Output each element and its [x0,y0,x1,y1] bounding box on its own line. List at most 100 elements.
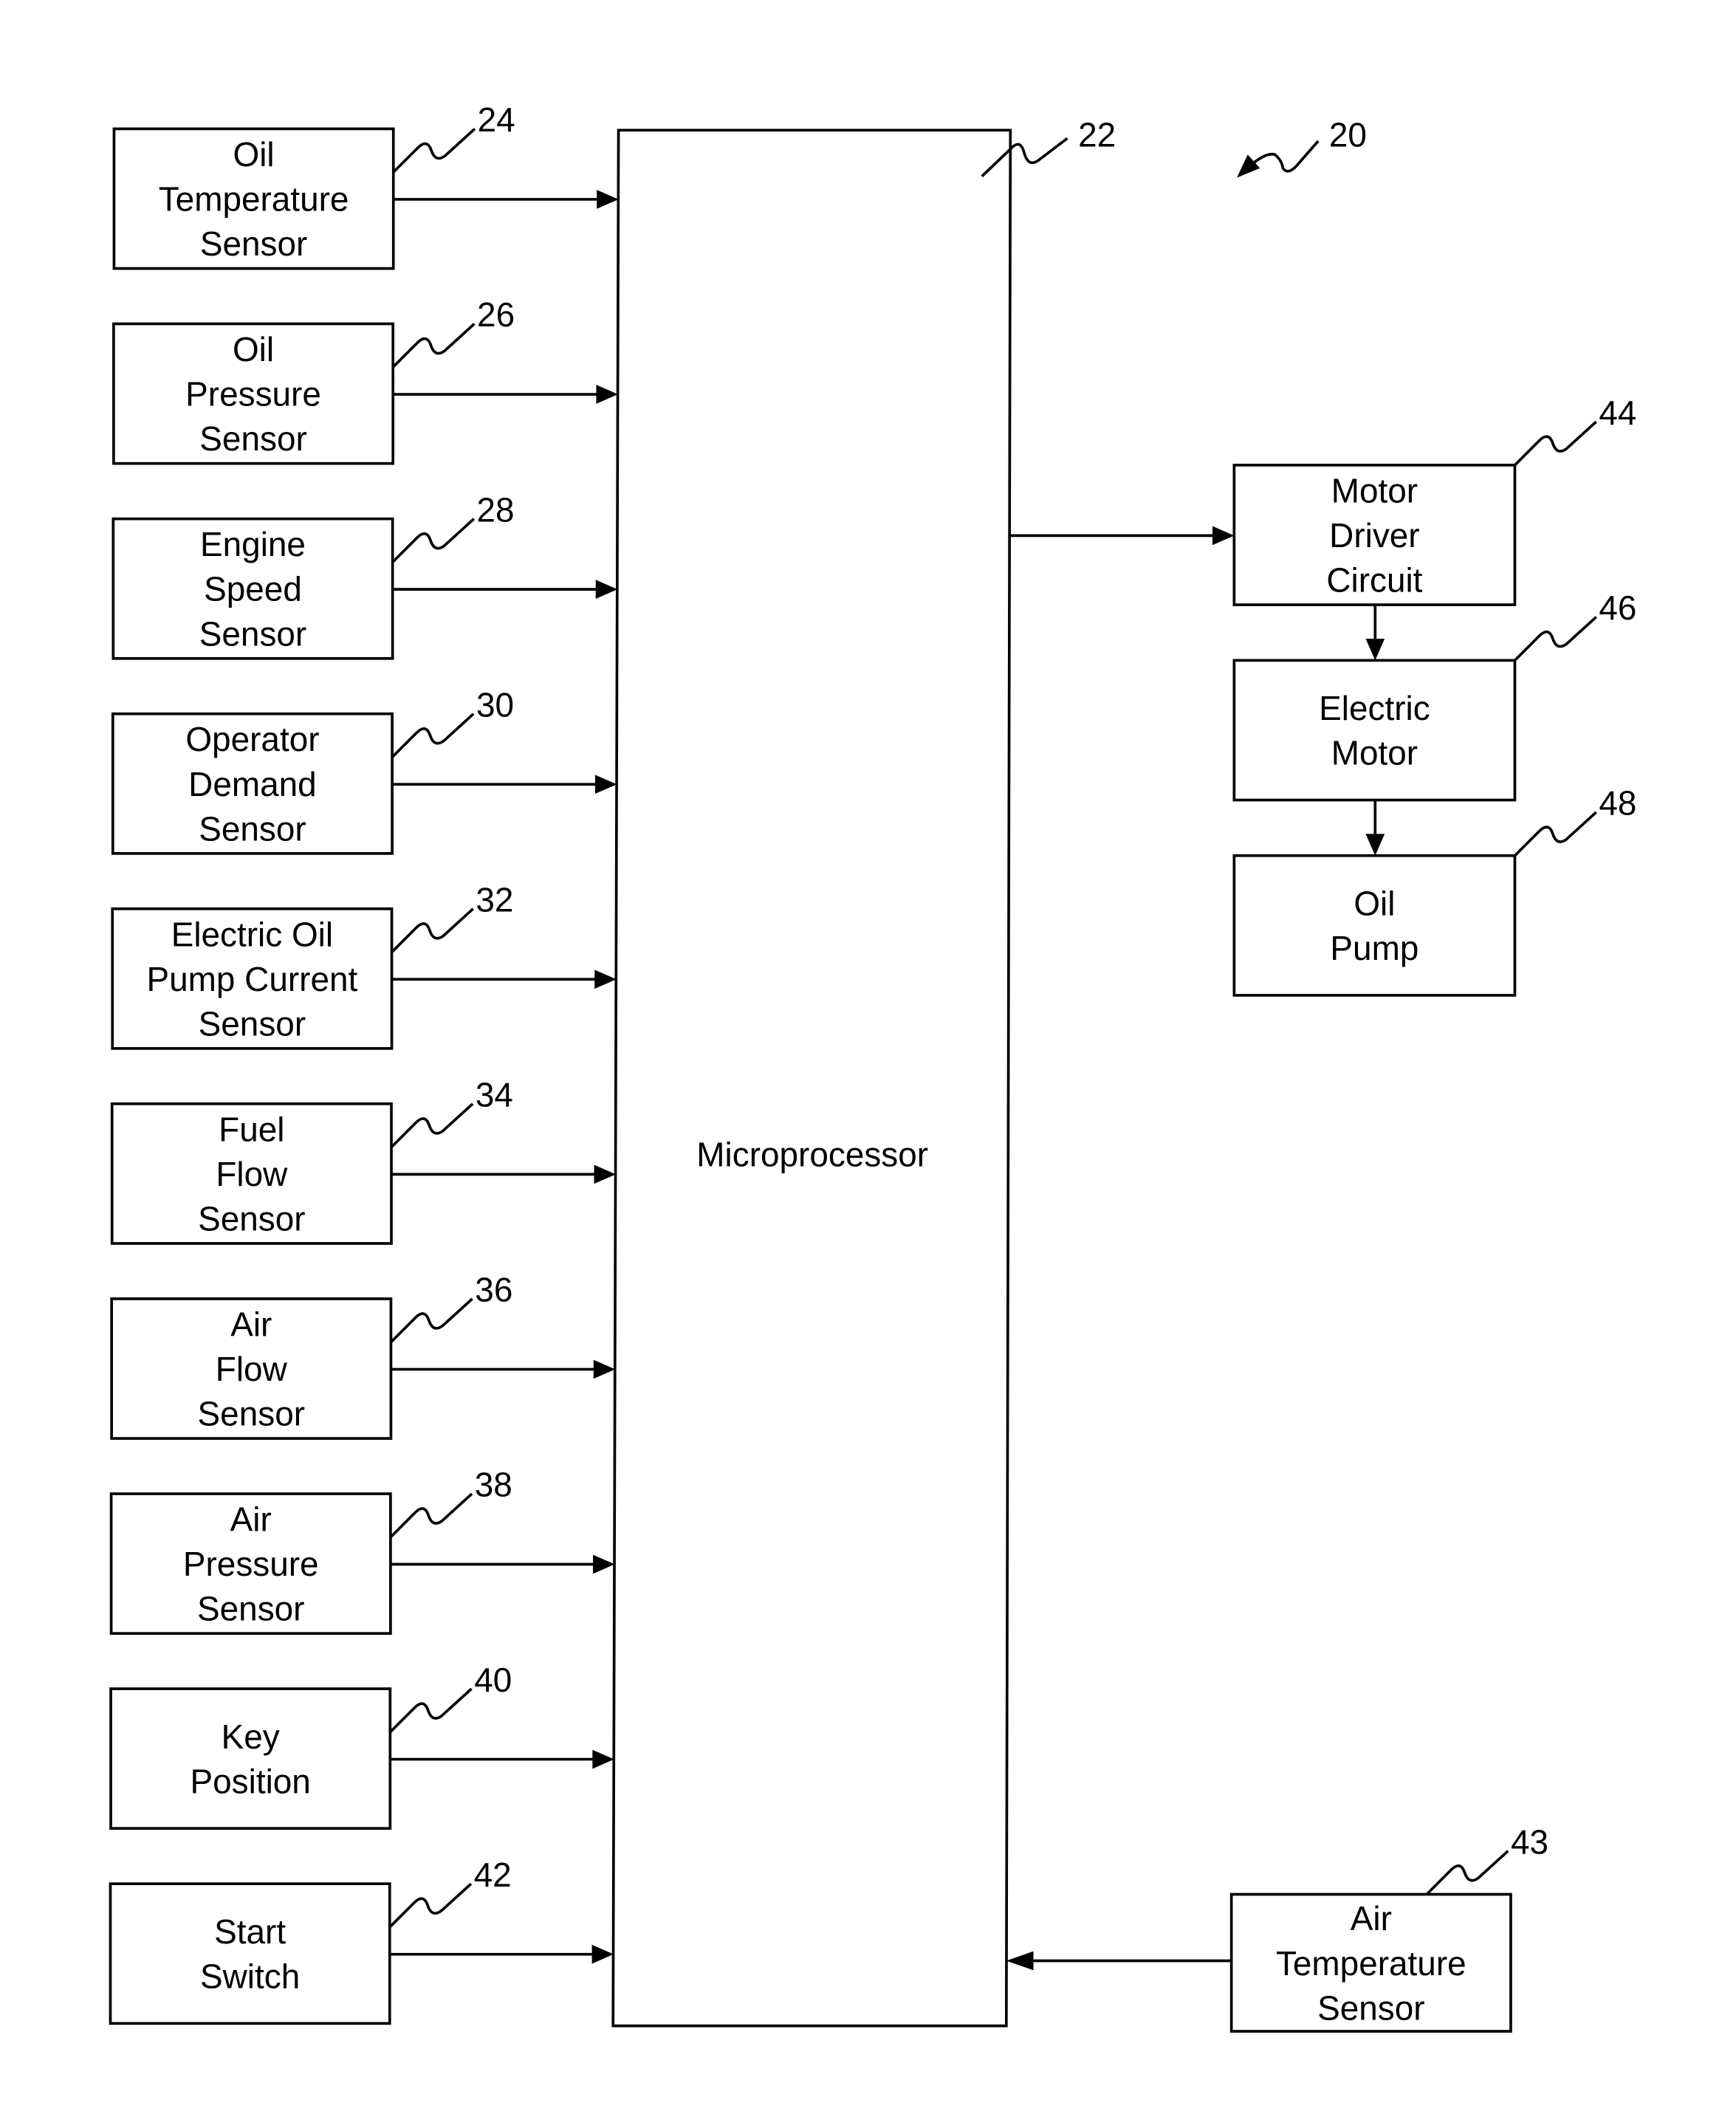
block-label-line: Demand [188,765,317,803]
motor-driver-circuit-block: Motor Driver Circuit 44 [1232,394,1636,661]
ref-number-28: 28 [477,490,515,529]
arrowhead-icon [594,970,617,989]
block-label-line: Flow [216,1350,288,1388]
ref-number-32: 32 [476,880,513,919]
arrowhead-icon [1212,526,1235,546]
air-temperature-input: Air Temperature Sensor 43 [1006,1822,1548,2033]
arrowhead-icon [593,1554,615,1574]
block-label-line: Sensor [1317,1988,1424,2027]
arrowhead-icon [593,1359,616,1379]
ref-number-22: 22 [1078,115,1116,154]
ref-number-38: 38 [475,1466,512,1504]
electric-motor-block: Electric Motor 46 [1232,588,1636,856]
block-label-line: Sensor [198,1395,305,1433]
ref-42-leader: 42 [388,1856,512,1929]
leader-line [391,907,474,953]
block-label-line: Air [230,1305,272,1343]
ref-number-24: 24 [478,100,515,139]
block-label-line: Key [222,1717,280,1756]
leader-line [391,518,476,563]
block-frame [1232,854,1517,997]
ref-44-leader: 44 [1514,394,1636,467]
leader-line [1514,420,1597,467]
block-label-line: Pump [1330,929,1418,967]
output-chain: Motor Driver Circuit 44 Electric Motor 46 Oil Pu… [1010,394,1636,997]
leader-line [1514,811,1597,857]
leader-line [390,1102,474,1148]
leader-line [392,128,476,174]
block-diagram: Microprocessor 22 20 Oil Temperature Senso… [109,100,1636,2033]
leader-line [1425,1850,1509,1895]
leader-line [388,1882,473,1929]
electric-oil-pump-current-sensor-block: Electric Oil Pump Current Sensor 32 [111,880,617,1050]
arrowhead-icon [595,580,618,599]
ref-number-36: 36 [475,1271,512,1309]
ref-24-leader: 24 [392,100,515,174]
block-label-line: Operator [185,720,319,758]
block-label-line: Sensor [199,614,306,653]
leader-line [391,713,475,758]
ref-number-20: 20 [1329,115,1367,154]
leader-line [389,1687,473,1734]
block-label-line: Oil [233,330,274,368]
block-frame [1232,659,1517,802]
ref-number-26: 26 [477,295,515,334]
arrowhead-icon [1006,1951,1034,1971]
arrowhead-icon [595,775,617,795]
block-label-line: Sensor [199,419,306,458]
block-label-line: Sensor [198,1200,305,1238]
ref-number-42: 42 [474,1856,512,1894]
arrowhead-icon [594,1164,616,1184]
arrowhead-icon [592,1749,614,1769]
ref-32-leader: 32 [391,880,513,953]
ref-30-leader: 30 [391,685,514,758]
microprocessor-label: Microprocessor [696,1135,928,1173]
block-label-line: Flow [216,1155,288,1193]
oil-pressure-sensor-block: Oil Pressure Sensor 26 [112,295,618,465]
ref-26-leader: 26 [391,295,515,368]
ref-36-leader: 36 [390,1271,512,1344]
air-temperature-sensor-block: Air Temperature Sensor 43 [1006,1822,1548,2033]
block-label-line: Speed [204,570,302,608]
block-label-line: Fuel [219,1110,284,1148]
ref-number-48: 48 [1599,784,1636,823]
block-label-line: Position [191,1763,311,1801]
air-pressure-sensor-block: Air Pressure Sensor 38 [109,1466,615,1636]
leader-line [391,323,476,368]
arrowhead-icon [591,1944,614,1964]
block-label-line: Temperature [159,180,349,219]
block-label-line: Sensor [199,809,306,848]
oil-pump-block: Oil Pump 48 [1232,784,1636,997]
block-label-line: Engine [200,525,306,563]
ref-28-leader: 28 [391,490,515,563]
ref-number-34: 34 [476,1076,513,1114]
ref-46-leader: 46 [1514,588,1636,662]
arrowhead-icon [597,190,619,209]
key-position-block: Key Position 40 [109,1661,614,1830]
block-label-line: Motor [1331,471,1418,509]
operator-demand-sensor-block: Operator Demand Sensor 30 [111,685,617,855]
block-label-line: Circuit [1326,561,1422,600]
block-label-line: Oil [233,135,275,174]
ref-40-leader: 40 [389,1661,512,1734]
block-label-line: Oil [1354,885,1395,923]
block-label-line: Start [214,1912,286,1951]
block-label-line: Temperature [1276,1944,1466,1983]
leader-line [390,1297,473,1344]
air-flow-sensor-block: Air Flow Sensor 36 [110,1271,616,1440]
block-label-line: Driver [1329,516,1419,555]
ref-number-30: 30 [476,685,514,724]
start-switch-block: Start Switch 42 [109,1856,614,2025]
block-frame [109,1687,392,1830]
block-label-line: Electric [1319,689,1430,727]
arrowhead-icon [1365,638,1385,661]
block-label-line: Sensor [199,1004,306,1043]
ref-number-46: 46 [1599,588,1636,627]
leader-line [389,1492,473,1539]
block-label-line: Air [1351,1899,1392,1938]
block-frame [109,1882,391,2025]
block-label-line: Pump Current [147,960,358,998]
block-label-line: Motor [1331,734,1418,772]
microprocessor-block: Microprocessor [611,128,1012,2028]
engine-speed-sensor-block: Engine Speed Sensor 28 [111,490,618,660]
